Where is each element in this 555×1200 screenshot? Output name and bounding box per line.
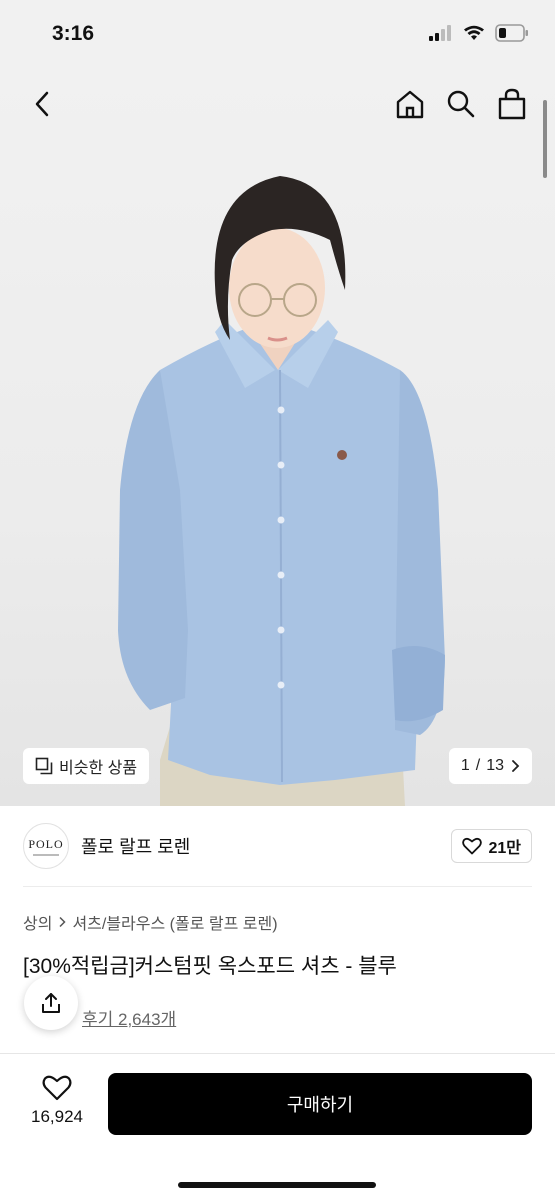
share-icon [42, 993, 60, 1013]
review-link[interactable]: 후기 2,643개 [82, 1005, 176, 1030]
signal-icon [429, 25, 451, 41]
brand-like-button[interactable]: 21만 [451, 829, 532, 863]
battery-icon [495, 24, 528, 42]
brand-name[interactable]: 폴로 랄프 로렌 [81, 833, 190, 859]
brand-row: POLO 폴로 랄프 로렌 21만 [23, 822, 532, 870]
wishlist-count: 16,924 [31, 1107, 83, 1126]
product-image[interactable]: 비슷한 상품 1 / 13 [0, 70, 555, 806]
brand-like-count: 21만 [488, 840, 521, 857]
shopping-bag-icon [498, 88, 526, 120]
breadcrumb-subcategory[interactable]: 셔츠/블라우스 (폴로 랄프 로렌) [72, 910, 277, 934]
similar-products-button[interactable]: 비슷한 상품 [23, 748, 150, 784]
similar-products-label: 비슷한 상품 [59, 760, 138, 777]
brand-logo-text: POLO [28, 836, 64, 851]
scrollbar[interactable] [543, 100, 547, 178]
status-bar: 3:16 [0, 0, 555, 70]
home-icon [396, 90, 424, 119]
brand-logo-underline [33, 853, 59, 856]
buy-button[interactable]: 구매하기 [108, 1073, 532, 1135]
divider [23, 886, 532, 887]
breadcrumb: 상의 셔츠/블라우스 (폴로 랄프 로렌) [23, 910, 278, 934]
home-button[interactable] [391, 84, 429, 124]
page-current: 1 [460, 757, 470, 774]
search-button[interactable] [442, 84, 480, 124]
product-title: [30%적립금]커스텀핏 옥스포드 셔츠 - 블루 [23, 955, 397, 978]
shopping-bag-button[interactable] [493, 84, 531, 124]
heart-icon [462, 837, 483, 855]
home-indicator [178, 1182, 376, 1188]
page-separator: / [475, 757, 481, 774]
share-button[interactable] [24, 976, 78, 1030]
copy-icon [35, 757, 53, 775]
search-icon [447, 90, 475, 118]
status-icons [429, 24, 529, 42]
model-image [118, 176, 445, 806]
heart-icon [42, 1075, 72, 1101]
chevron-right-icon [59, 916, 67, 928]
page-total: 13 [486, 757, 504, 774]
bottom-action-bar: 16,924 구매하기 [0, 1053, 555, 1200]
breadcrumb-category[interactable]: 상의 [23, 910, 52, 934]
status-time: 3:16 [52, 22, 95, 45]
back-button[interactable] [24, 84, 60, 124]
brand-logo[interactable]: POLO [23, 823, 69, 869]
chevron-right-icon [512, 760, 520, 772]
wishlist-button[interactable]: 16,924 [22, 1074, 92, 1127]
chevron-left-icon [35, 91, 49, 117]
wifi-icon [464, 25, 484, 40]
image-page-counter[interactable]: 1 / 13 [448, 748, 532, 784]
